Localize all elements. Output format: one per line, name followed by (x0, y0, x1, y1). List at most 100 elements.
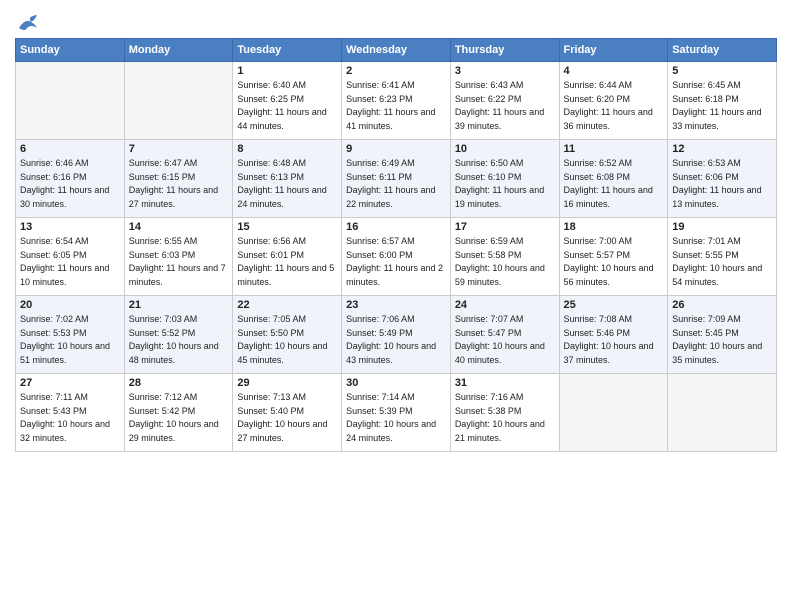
day-number: 22 (237, 299, 337, 311)
day-number: 23 (346, 299, 446, 311)
header-tuesday: Tuesday (233, 39, 342, 62)
day-number: 13 (20, 221, 120, 233)
calendar-cell: 16 Sunrise: 6:57 AM Sunset: 6:00 PM Dayli… (342, 218, 451, 296)
day-number: 30 (346, 377, 446, 389)
day-number: 19 (672, 221, 772, 233)
day-info: Sunrise: 6:48 AM Sunset: 6:13 PM Dayligh… (237, 157, 337, 211)
calendar-cell: 31 Sunrise: 7:16 AM Sunset: 5:38 PM Dayli… (450, 374, 559, 452)
calendar-cell: 23 Sunrise: 7:06 AM Sunset: 5:49 PM Dayli… (342, 296, 451, 374)
day-info: Sunrise: 7:12 AM Sunset: 5:42 PM Dayligh… (129, 391, 229, 445)
day-number: 18 (564, 221, 664, 233)
day-info: Sunrise: 7:08 AM Sunset: 5:46 PM Dayligh… (564, 313, 664, 367)
day-info: Sunrise: 6:41 AM Sunset: 6:23 PM Dayligh… (346, 79, 446, 133)
day-info: Sunrise: 6:45 AM Sunset: 6:18 PM Dayligh… (672, 79, 772, 133)
day-number: 29 (237, 377, 337, 389)
header-wednesday: Wednesday (342, 39, 451, 62)
day-number: 8 (237, 143, 337, 155)
day-number: 4 (564, 65, 664, 77)
header-thursday: Thursday (450, 39, 559, 62)
calendar-cell: 15 Sunrise: 6:56 AM Sunset: 6:01 PM Dayli… (233, 218, 342, 296)
day-number: 5 (672, 65, 772, 77)
day-number: 17 (455, 221, 555, 233)
day-info: Sunrise: 6:54 AM Sunset: 6:05 PM Dayligh… (20, 235, 120, 289)
day-info: Sunrise: 6:47 AM Sunset: 6:15 PM Dayligh… (129, 157, 229, 211)
calendar-cell: 10Sunrise: 6:50 AM Sunset: 6:10 PM Dayli… (450, 140, 559, 218)
calendar-cell: 18 Sunrise: 7:00 AM Sunset: 5:57 PM Dayli… (559, 218, 668, 296)
header-area (15, 10, 777, 32)
day-info: Sunrise: 7:00 AM Sunset: 5:57 PM Dayligh… (564, 235, 664, 289)
calendar-cell: 6 Sunrise: 6:46 AM Sunset: 6:16 PM Daylig… (16, 140, 125, 218)
calendar-cell: 29 Sunrise: 7:13 AM Sunset: 5:40 PM Dayli… (233, 374, 342, 452)
calendar-cell: 13 Sunrise: 6:54 AM Sunset: 6:05 PM Dayli… (16, 218, 125, 296)
day-number: 2 (346, 65, 446, 77)
calendar-cell (559, 374, 668, 452)
calendar-cell: 25 Sunrise: 7:08 AM Sunset: 5:46 PM Dayli… (559, 296, 668, 374)
day-number: 26 (672, 299, 772, 311)
day-info: Sunrise: 6:52 AM Sunset: 6:08 PM Dayligh… (564, 157, 664, 211)
day-info: Sunrise: 6:44 AM Sunset: 6:20 PM Dayligh… (564, 79, 664, 133)
day-number: 11 (564, 143, 664, 155)
logo-bird-icon (17, 14, 39, 32)
week-row-2: 6 Sunrise: 6:46 AM Sunset: 6:16 PM Daylig… (16, 140, 777, 218)
day-number: 31 (455, 377, 555, 389)
day-info: Sunrise: 7:06 AM Sunset: 5:49 PM Dayligh… (346, 313, 446, 367)
week-row-1: 1 Sunrise: 6:40 AM Sunset: 6:25 PM Daylig… (16, 62, 777, 140)
day-number: 9 (346, 143, 446, 155)
header-saturday: Saturday (668, 39, 777, 62)
calendar-cell: 12Sunrise: 6:53 AM Sunset: 6:06 PM Dayli… (668, 140, 777, 218)
day-info: Sunrise: 6:59 AM Sunset: 5:58 PM Dayligh… (455, 235, 555, 289)
day-number: 10 (455, 143, 555, 155)
calendar-cell: 21 Sunrise: 7:03 AM Sunset: 5:52 PM Dayli… (124, 296, 233, 374)
day-number: 14 (129, 221, 229, 233)
calendar-cell: 2 Sunrise: 6:41 AM Sunset: 6:23 PM Daylig… (342, 62, 451, 140)
calendar-cell: 1 Sunrise: 6:40 AM Sunset: 6:25 PM Daylig… (233, 62, 342, 140)
day-info: Sunrise: 6:53 AM Sunset: 6:06 PM Dayligh… (672, 157, 772, 211)
day-info: Sunrise: 6:56 AM Sunset: 6:01 PM Dayligh… (237, 235, 337, 289)
day-number: 20 (20, 299, 120, 311)
header-sunday: Sunday (16, 39, 125, 62)
calendar-cell (16, 62, 125, 140)
calendar-cell: 27Sunrise: 7:11 AM Sunset: 5:43 PM Dayli… (16, 374, 125, 452)
calendar-cell: 14Sunrise: 6:55 AM Sunset: 6:03 PM Dayli… (124, 218, 233, 296)
calendar-cell: 8 Sunrise: 6:48 AM Sunset: 6:13 PM Daylig… (233, 140, 342, 218)
calendar-cell: 11 Sunrise: 6:52 AM Sunset: 6:08 PM Dayli… (559, 140, 668, 218)
day-info: Sunrise: 7:14 AM Sunset: 5:39 PM Dayligh… (346, 391, 446, 445)
day-number: 6 (20, 143, 120, 155)
calendar-cell: 4 Sunrise: 6:44 AM Sunset: 6:20 PM Daylig… (559, 62, 668, 140)
day-number: 24 (455, 299, 555, 311)
day-info: Sunrise: 7:16 AM Sunset: 5:38 PM Dayligh… (455, 391, 555, 445)
calendar-table: SundayMondayTuesdayWednesdayThursdayFrid… (15, 38, 777, 452)
day-number: 21 (129, 299, 229, 311)
day-info: Sunrise: 7:09 AM Sunset: 5:45 PM Dayligh… (672, 313, 772, 367)
day-number: 25 (564, 299, 664, 311)
day-info: Sunrise: 7:02 AM Sunset: 5:53 PM Dayligh… (20, 313, 120, 367)
day-info: Sunrise: 7:07 AM Sunset: 5:47 PM Dayligh… (455, 313, 555, 367)
day-info: Sunrise: 6:46 AM Sunset: 6:16 PM Dayligh… (20, 157, 120, 211)
calendar-cell: 24 Sunrise: 7:07 AM Sunset: 5:47 PM Dayli… (450, 296, 559, 374)
calendar-cell: 3Sunrise: 6:43 AM Sunset: 6:22 PM Daylig… (450, 62, 559, 140)
calendar-cell: 22 Sunrise: 7:05 AM Sunset: 5:50 PM Dayli… (233, 296, 342, 374)
day-number: 28 (129, 377, 229, 389)
day-info: Sunrise: 6:57 AM Sunset: 6:00 PM Dayligh… (346, 235, 446, 289)
day-info: Sunrise: 7:01 AM Sunset: 5:55 PM Dayligh… (672, 235, 772, 289)
page: SundayMondayTuesdayWednesdayThursdayFrid… (0, 0, 792, 462)
calendar-cell: 9Sunrise: 6:49 AM Sunset: 6:11 PM Daylig… (342, 140, 451, 218)
day-number: 7 (129, 143, 229, 155)
day-info: Sunrise: 7:03 AM Sunset: 5:52 PM Dayligh… (129, 313, 229, 367)
day-number: 16 (346, 221, 446, 233)
calendar-cell: 30 Sunrise: 7:14 AM Sunset: 5:39 PM Dayli… (342, 374, 451, 452)
week-row-4: 20 Sunrise: 7:02 AM Sunset: 5:53 PM Dayli… (16, 296, 777, 374)
header-row: SundayMondayTuesdayWednesdayThursdayFrid… (16, 39, 777, 62)
day-info: Sunrise: 7:13 AM Sunset: 5:40 PM Dayligh… (237, 391, 337, 445)
header-friday: Friday (559, 39, 668, 62)
calendar-cell (124, 62, 233, 140)
header-monday: Monday (124, 39, 233, 62)
day-info: Sunrise: 6:40 AM Sunset: 6:25 PM Dayligh… (237, 79, 337, 133)
day-info: Sunrise: 7:05 AM Sunset: 5:50 PM Dayligh… (237, 313, 337, 367)
logo (15, 14, 39, 32)
day-number: 1 (237, 65, 337, 77)
calendar-cell (668, 374, 777, 452)
day-number: 15 (237, 221, 337, 233)
day-info: Sunrise: 7:11 AM Sunset: 5:43 PM Dayligh… (20, 391, 120, 445)
week-row-5: 27Sunrise: 7:11 AM Sunset: 5:43 PM Dayli… (16, 374, 777, 452)
